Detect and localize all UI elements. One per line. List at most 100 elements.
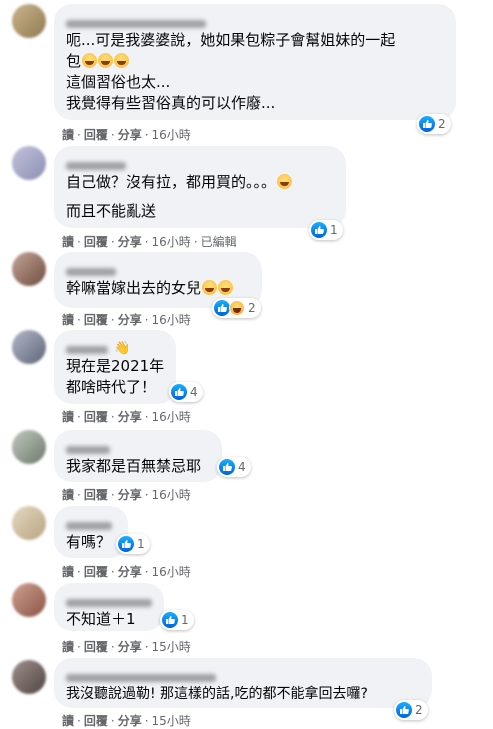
reaction-summary[interactable]: 1 [116, 534, 150, 554]
avatar[interactable] [12, 583, 46, 617]
comment-bubble: 自己做？沒有拉，都用買的。。。 而且不能亂送 [54, 146, 346, 228]
haha-icon [229, 300, 245, 316]
author-name[interactable] [66, 514, 116, 530]
reply-action[interactable]: 回覆 [84, 565, 108, 579]
grin-emoji-icon [98, 53, 114, 68]
reaction-count: 2 [248, 301, 256, 315]
reply-action[interactable]: 回覆 [84, 488, 108, 502]
reply-action[interactable]: 回覆 [84, 128, 108, 142]
like-icon [171, 384, 187, 400]
reaction-summary[interactable]: 4 [169, 382, 203, 402]
read-action[interactable]: 讀 [62, 488, 74, 502]
reaction-count: 1 [137, 537, 145, 551]
avatar[interactable] [12, 430, 46, 464]
share-action[interactable]: 分享 [118, 488, 142, 502]
comment-text-line: 這個習俗也太... [66, 73, 171, 91]
share-action[interactable]: 分享 [118, 128, 142, 142]
avatar[interactable] [12, 660, 46, 694]
comment-actions: 讀 · 回覆 · 分享 · 16小時 [62, 128, 191, 142]
reply-action[interactable]: 回覆 [84, 714, 108, 728]
read-action[interactable]: 讀 [62, 235, 74, 249]
timestamp[interactable]: 16小時 [152, 313, 191, 327]
timestamp[interactable]: 16小時 [152, 565, 191, 579]
comment-bubble: 我沒聽說過勒! 那這樣的話,吃的都不能拿回去囉? [54, 658, 432, 708]
author-name[interactable] [66, 666, 420, 682]
reaction-summary[interactable]: 1 [160, 610, 194, 630]
author-name[interactable] [66, 260, 250, 276]
timestamp[interactable]: 16小時 [152, 488, 191, 502]
read-action[interactable]: 讀 [62, 410, 74, 424]
timestamp[interactable]: 16小時 [152, 128, 191, 142]
reaction-count: 4 [190, 385, 198, 399]
reply-action[interactable]: 回覆 [84, 640, 108, 654]
comment-actions: 讀 · 回覆 · 分享 · 15小時 [62, 714, 191, 728]
share-action[interactable]: 分享 [118, 565, 142, 579]
avatar[interactable] [12, 330, 46, 364]
reaction-summary[interactable]: 2 [417, 114, 451, 134]
author-name[interactable] [66, 12, 444, 28]
comment-actions: 讀 · 回覆 · 分享 · 16小時 [62, 565, 191, 579]
reaction-summary[interactable]: 4 [217, 457, 251, 477]
author-name[interactable] [66, 154, 334, 170]
reply-action[interactable]: 回覆 [84, 410, 108, 424]
author-name[interactable] [66, 591, 152, 607]
reaction-count: 2 [415, 703, 423, 717]
read-action[interactable]: 讀 [62, 714, 74, 728]
comment-bubble: 👋 現在是2021年 都啥時代了！ [54, 330, 176, 404]
reply-action[interactable]: 回覆 [84, 235, 108, 249]
grin-emoji-icon [202, 280, 218, 295]
comment-text-line: 我覺得有些習俗真的可以作廢... [66, 94, 276, 112]
comment-text-line: 不知道＋1 [66, 610, 136, 628]
comment-text-line: 現在是2021年 [66, 357, 165, 375]
share-action[interactable]: 分享 [118, 714, 142, 728]
like-icon [118, 536, 134, 552]
comment-actions: 讀 · 回覆 · 分享 · 16小時 [62, 488, 191, 502]
comment-actions: 讀 · 回覆 · 分享 · 16小時 [62, 313, 191, 327]
comment-actions: 讀 · 回覆 · 分享 · 16小時 · 已編輯 [62, 235, 237, 249]
like-icon [419, 116, 435, 132]
timestamp[interactable]: 15小時 [152, 714, 191, 728]
comment-bubble: 不知道＋1 [54, 583, 164, 631]
edited-label[interactable]: 已編輯 [201, 235, 237, 249]
like-icon [162, 612, 178, 628]
avatar[interactable] [12, 4, 46, 38]
comment-text-line: 而且不能亂送 [66, 202, 157, 220]
share-action[interactable]: 分享 [118, 313, 142, 327]
comment-actions: 讀 · 回覆 · 分享 · 16小時 [62, 410, 191, 424]
read-action[interactable]: 讀 [62, 640, 74, 654]
laugh-emoji-icon [277, 174, 293, 189]
comment-text-line: 呃...可是我婆婆說，她如果包粽子會幫姐妹的一起 [66, 31, 396, 49]
like-icon [214, 300, 230, 316]
reaction-summary[interactable]: 2 [394, 700, 428, 720]
author-name[interactable]: 👋 [66, 338, 164, 356]
timestamp[interactable]: 16小時 [152, 235, 191, 249]
wave-hand-icon: 👋 [114, 341, 131, 356]
share-action[interactable]: 分享 [118, 235, 142, 249]
like-icon [396, 702, 412, 718]
share-action[interactable]: 分享 [118, 410, 142, 424]
comment-text-line: 都啥時代了！ [66, 378, 157, 396]
reaction-summary[interactable]: 2 [212, 298, 261, 318]
timestamp[interactable]: 15小時 [152, 640, 191, 654]
read-action[interactable]: 讀 [62, 565, 74, 579]
grin-emoji-icon [114, 53, 130, 68]
like-icon [219, 459, 235, 475]
reaction-count: 1 [181, 613, 189, 627]
avatar[interactable] [12, 506, 46, 540]
grin-emoji-icon [82, 53, 98, 68]
reaction-count: 2 [438, 117, 446, 131]
comment-bubble: 我家都是百無禁忌耶 [54, 430, 222, 482]
grin-emoji-icon [218, 280, 234, 295]
avatar[interactable] [12, 146, 46, 180]
comment-text-line: 有嗎？ [66, 533, 112, 551]
comment-text-line: 幹嘛當嫁出去的女兒 [66, 278, 250, 299]
share-action[interactable]: 分享 [118, 640, 142, 654]
reply-action[interactable]: 回覆 [84, 313, 108, 327]
read-action[interactable]: 讀 [62, 313, 74, 327]
read-action[interactable]: 讀 [62, 128, 74, 142]
timestamp[interactable]: 16小時 [152, 410, 191, 424]
reaction-summary[interactable]: 1 [309, 220, 343, 240]
comment-text-line: 我家都是百無禁忌耶 [66, 457, 202, 475]
avatar[interactable] [12, 252, 46, 286]
author-name[interactable] [66, 438, 210, 454]
